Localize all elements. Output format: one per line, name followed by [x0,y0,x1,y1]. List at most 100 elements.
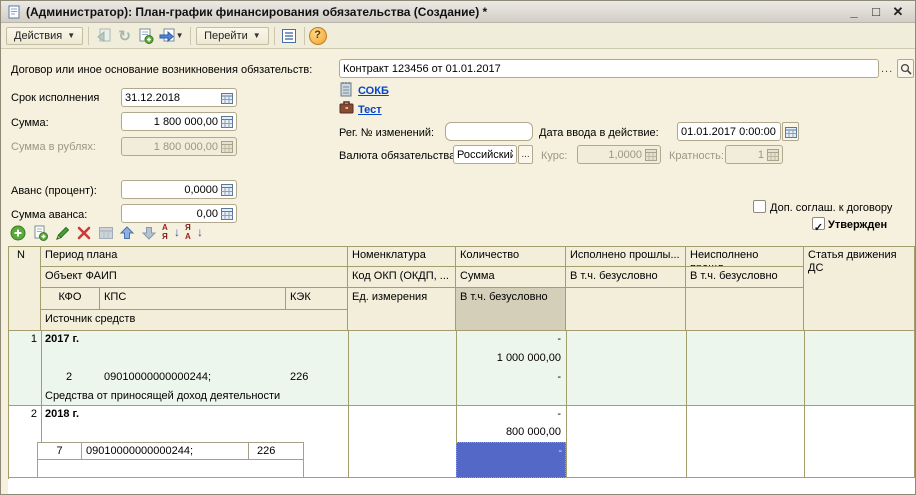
copy-new-icon[interactable] [135,26,156,46]
maximize-button[interactable]: □ [865,4,887,19]
separator [88,27,89,45]
source-cell[interactable]: Средства от приносящей доход деятельност… [45,390,280,402]
currency-label: Валюта обязательства: [339,150,458,162]
currency-value: Российский [457,149,513,161]
col-header-notdone: Неисполнено прошл... [686,246,804,267]
actions-menu-button[interactable]: Действия ▼ [6,27,83,45]
calculator-icon[interactable] [221,116,233,128]
advance-pct-field[interactable]: 0,0000 [121,180,237,199]
contract-label: Договор или иное основание возникновения… [11,64,312,76]
col-header-incl-qty: В т.ч. безусловно [456,288,566,331]
col-header-sum: Сумма [456,267,566,288]
source-edit-cell[interactable] [37,459,304,478]
goto-menu-button[interactable]: Перейти ▼ [196,27,269,45]
check-icon: ✓ [814,222,823,234]
notebook-icon [339,81,353,97]
kek-cell[interactable]: 226 [290,371,308,383]
advance-pct-label: Аванс (процент): [11,185,97,197]
selected-incl-cell[interactable]: - [456,442,566,478]
contract-search-button[interactable] [897,59,914,78]
approved-label: Утвержден [828,219,887,231]
col-header-kps: КПС [100,288,286,310]
sort-asc-icon[interactable]: А Я ↓ [162,224,180,241]
end-edit-icon [98,225,114,241]
calculator-icon[interactable] [221,184,233,196]
delete-row-icon[interactable] [76,225,92,241]
close-button[interactable]: ✕ [887,4,909,20]
document-icon [7,5,21,19]
extra-agreement-checkbox[interactable] [753,200,766,213]
calculator-icon-disabled [767,149,779,161]
sum-cell[interactable]: 1 000 000,00 [456,352,561,364]
kfo-edit-cell[interactable]: 7 [37,442,82,460]
test-link[interactable]: Тест [358,104,382,116]
col-header-kek: КЭК [286,288,348,310]
enter-based-on-icon[interactable]: ▼ [156,26,186,46]
window-title: (Администратор): План-график финансирова… [26,5,843,19]
effective-calendar-button[interactable] [782,122,799,141]
plan-table: N Период плана Объект ФАИП КФО КПС КЭК И… [8,246,915,494]
contract-field[interactable]: Контракт 123456 от 01.01.2017 [339,59,879,78]
copy-row-icon[interactable] [32,225,48,241]
amount-value: 1 800 000,00 [125,116,218,128]
kps-cell[interactable]: 09010000000000244; [104,371,211,383]
rate-field: 1,0000 [577,145,661,164]
col-header-source: Источник средств [41,310,348,331]
row-number: 2 [10,408,37,420]
effective-value: 01.01.2017 0:00:00 [681,126,777,138]
sum-cell[interactable]: 800 000,00 [456,426,561,438]
incl-cell[interactable]: - [456,371,561,383]
effective-field[interactable]: 01.01.2017 0:00:00 [677,122,781,141]
grid-line [8,405,914,406]
structure-icon[interactable] [279,26,300,46]
refresh-icon[interactable]: ↻ [114,26,135,46]
help-icon[interactable]: ? [309,27,327,45]
currency-ellipsis-button[interactable]: ... [518,145,533,164]
extra-agreement-label: Доп. соглаш. к договору [770,202,892,214]
currency-field[interactable]: Российский [453,145,517,164]
advance-pct-value: 0,0000 [125,184,218,196]
approved-checkbox[interactable]: ✓ [812,217,825,230]
advance-sum-field[interactable]: 0,00 [121,204,237,223]
sort-letter-ya: Я [162,233,168,241]
amount-rub-label: Сумма в рублях: [11,141,96,153]
mult-value: 1 [729,149,764,161]
calendar-icon[interactable] [221,92,233,104]
calculator-icon-disabled [645,149,657,161]
sokb-link[interactable]: СОКБ [358,85,389,97]
col-header-n: N [8,246,41,331]
period-cell[interactable]: 2018 г. [45,408,79,420]
save-close-icon[interactable] [93,26,114,46]
sort-desc-icon[interactable]: Я А ↓ [185,224,203,241]
selected-cell-value: - [558,445,562,457]
edit-row-icon[interactable] [55,225,71,241]
amount-label: Сумма: [11,117,49,129]
due-field[interactable]: 31.12.2018 [121,88,237,107]
move-down-icon[interactable] [141,225,157,241]
add-row-icon[interactable] [10,225,26,241]
qty-cell[interactable]: - [456,333,561,345]
qty-cell[interactable]: - [456,408,561,420]
reg-label: Рег. № изменений: [339,127,434,139]
col-header-incl-done: В т.ч. безусловно [566,267,686,288]
calculator-icon[interactable] [221,208,233,220]
main-toolbar: Действия ▼ ↻ ▼ Перейти ▼ ? [1,23,915,49]
contract-ellipsis-button[interactable]: ... [881,63,893,75]
minimize-button[interactable]: _ [843,4,865,19]
move-up-icon[interactable] [119,225,135,241]
contract-value: Контракт 123456 от 01.01.2017 [343,63,875,75]
kps-edit-cell[interactable]: 09010000000000244; [81,442,249,460]
due-label: Срок исполнения [11,92,99,104]
col-header-qty: Количество [456,246,566,267]
reg-field[interactable] [445,122,533,141]
period-cell[interactable]: 2017 г. [45,333,79,345]
dropdown-icon: ▼ [176,31,184,40]
amount-field[interactable]: 1 800 000,00 [121,112,237,131]
rate-value: 1,0000 [581,149,642,161]
briefcase-icon [339,100,354,114]
kfo-cell[interactable]: 2 [66,371,72,383]
col-header-kfo: КФО [41,288,100,310]
col-header-okp: Код ОКП (ОКДП, ... [348,267,456,288]
kek-edit-cell[interactable]: 226 [248,442,304,460]
calendar-icon [785,126,797,138]
